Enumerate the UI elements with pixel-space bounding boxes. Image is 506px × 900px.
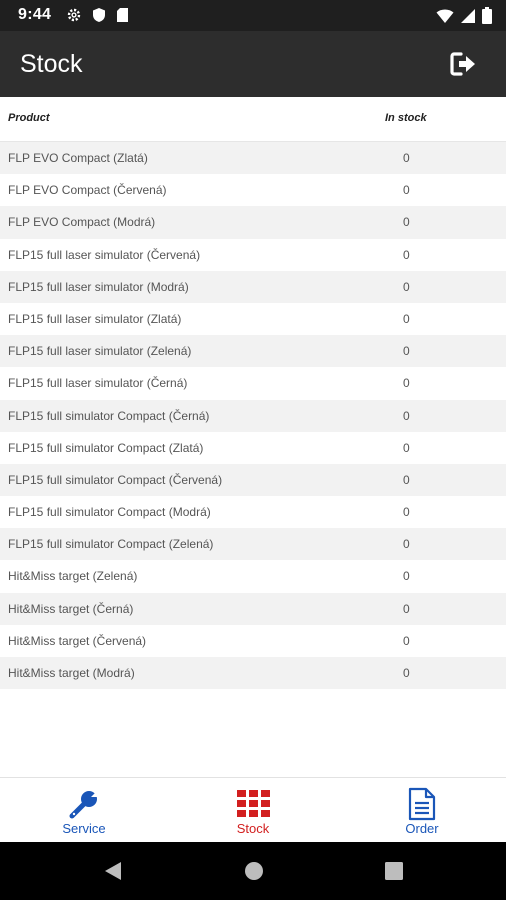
back-button[interactable] <box>102 860 124 882</box>
table-header: Product In stock <box>0 97 506 142</box>
stock-quantity: 0 <box>403 601 410 616</box>
nav-label-service: Service <box>62 821 106 836</box>
cellular-signal-icon <box>461 8 475 23</box>
product-name: FLP15 full laser simulator (Zelená) <box>8 344 192 359</box>
table-row[interactable]: Hit&Miss target (Zelená) 0 <box>0 560 506 593</box>
product-name: FLP15 full simulator Compact (Modrá) <box>8 505 211 520</box>
column-header-in-stock: In stock <box>385 112 427 124</box>
product-name: Hit&Miss target (Černá) <box>8 601 134 616</box>
document-icon <box>405 787 439 821</box>
table-row[interactable]: FLP EVO Compact (Červená) 0 <box>0 174 506 207</box>
stock-quantity: 0 <box>403 376 410 391</box>
product-name: FLP15 full laser simulator (Zlatá) <box>8 311 182 326</box>
stock-quantity: 0 <box>403 633 410 648</box>
grid-icon <box>236 787 270 821</box>
recents-button[interactable] <box>383 860 405 882</box>
gear-icon <box>67 8 81 22</box>
table-row[interactable]: FLP15 full laser simulator (Černá) 0 <box>0 367 506 400</box>
stock-quantity: 0 <box>403 537 410 552</box>
table-row[interactable]: FLP15 full laser simulator (Červená) 0 <box>0 238 506 271</box>
stock-quantity: 0 <box>403 666 410 680</box>
product-name: FLP15 full simulator Compact (Zelená) <box>8 537 214 552</box>
system-navigation-bar <box>0 842 506 900</box>
product-name: Hit&Miss target (Zelená) <box>8 569 138 584</box>
status-bar: 9:44 <box>0 0 506 31</box>
column-header-product: Product <box>8 112 50 124</box>
product-name: Hit&Miss target (Modrá) <box>8 666 135 680</box>
product-name: Hit&Miss target (Červená) <box>8 633 147 648</box>
status-icons-right <box>436 7 492 24</box>
product-name: FLP15 full laser simulator (Černá) <box>8 376 188 391</box>
bottom-navigation: Service Stock Order <box>0 777 506 841</box>
sd-card-icon <box>117 8 128 22</box>
logout-icon <box>450 52 475 76</box>
stock-quantity: 0 <box>403 183 410 198</box>
product-name: FLP EVO Compact (Modrá) <box>8 215 156 230</box>
wrench-icon <box>67 787 101 821</box>
product-name: FLP EVO Compact (Zlatá) <box>8 151 148 165</box>
table-row[interactable]: FLP15 full simulator Compact (Černá) 0 <box>0 399 506 432</box>
logout-button[interactable] <box>450 52 478 76</box>
stock-quantity: 0 <box>403 279 410 294</box>
stock-quantity: 0 <box>403 505 410 520</box>
table-row[interactable]: FLP15 full laser simulator (Zlatá) 0 <box>0 302 506 336</box>
table-row[interactable]: FLP15 full laser simulator (Zelená) 0 <box>0 335 506 368</box>
nav-item-order[interactable]: Order <box>338 778 506 842</box>
table-row[interactable]: Hit&Miss target (Modrá) 0 <box>0 657 506 690</box>
status-time: 9:44 <box>18 6 52 23</box>
product-name: FLP15 full laser simulator (Červená) <box>8 247 201 262</box>
stock-table: FLP EVO Compact (Zlatá) 0 FLP EVO Compact… <box>0 142 506 690</box>
stock-quantity: 0 <box>403 440 410 455</box>
product-name: FLP EVO Compact (Červená) <box>8 183 167 198</box>
stock-quantity: 0 <box>403 408 410 423</box>
status-icons-left <box>66 7 129 23</box>
battery-icon <box>482 7 492 24</box>
product-name: FLP15 full laser simulator (Modrá) <box>8 279 189 294</box>
stock-quantity: 0 <box>403 344 410 359</box>
home-button[interactable] <box>243 860 265 882</box>
nav-item-stock[interactable]: Stock <box>169 778 337 842</box>
nav-label-order: Order <box>405 821 439 836</box>
table-row[interactable]: FLP EVO Compact (Zlatá) 0 <box>0 142 506 175</box>
table-row[interactable]: FLP15 full laser simulator (Modrá) 0 <box>0 270 506 303</box>
product-name: FLP15 full simulator Compact (Zlatá) <box>8 440 204 455</box>
table-row[interactable]: FLP15 full simulator Compact (Modrá) 0 <box>0 496 506 529</box>
table-row[interactable]: Hit&Miss target (Červená) 0 <box>0 624 506 657</box>
back-icon <box>105 862 121 880</box>
table-row[interactable]: FLP15 full simulator Compact (Zelená) 0 <box>0 528 506 561</box>
stock-quantity: 0 <box>403 569 410 584</box>
shield-icon <box>93 8 105 22</box>
stock-quantity: 0 <box>403 472 410 487</box>
stock-quantity: 0 <box>403 311 410 326</box>
table-row[interactable]: FLP15 full simulator Compact (Červená) 0 <box>0 463 506 497</box>
home-icon <box>245 862 263 880</box>
table-row[interactable]: Hit&Miss target (Černá) 0 <box>0 592 506 625</box>
recents-icon <box>385 862 403 880</box>
product-name: FLP15 full simulator Compact (Černá) <box>8 408 210 423</box>
stock-quantity: 0 <box>403 247 410 262</box>
stock-quantity: 0 <box>403 151 410 165</box>
page-title: Stock <box>20 50 83 78</box>
table-row[interactable]: FLP15 full simulator Compact (Zlatá) 0 <box>0 431 506 464</box>
nav-item-service[interactable]: Service <box>0 778 168 842</box>
product-name: FLP15 full simulator Compact (Červená) <box>8 472 223 487</box>
stock-quantity: 0 <box>403 215 410 230</box>
table-row[interactable]: FLP EVO Compact (Modrá) 0 <box>0 206 506 239</box>
nav-label-stock: Stock <box>236 821 270 836</box>
wifi-icon <box>436 9 454 23</box>
app-bar: Stock <box>0 31 506 97</box>
